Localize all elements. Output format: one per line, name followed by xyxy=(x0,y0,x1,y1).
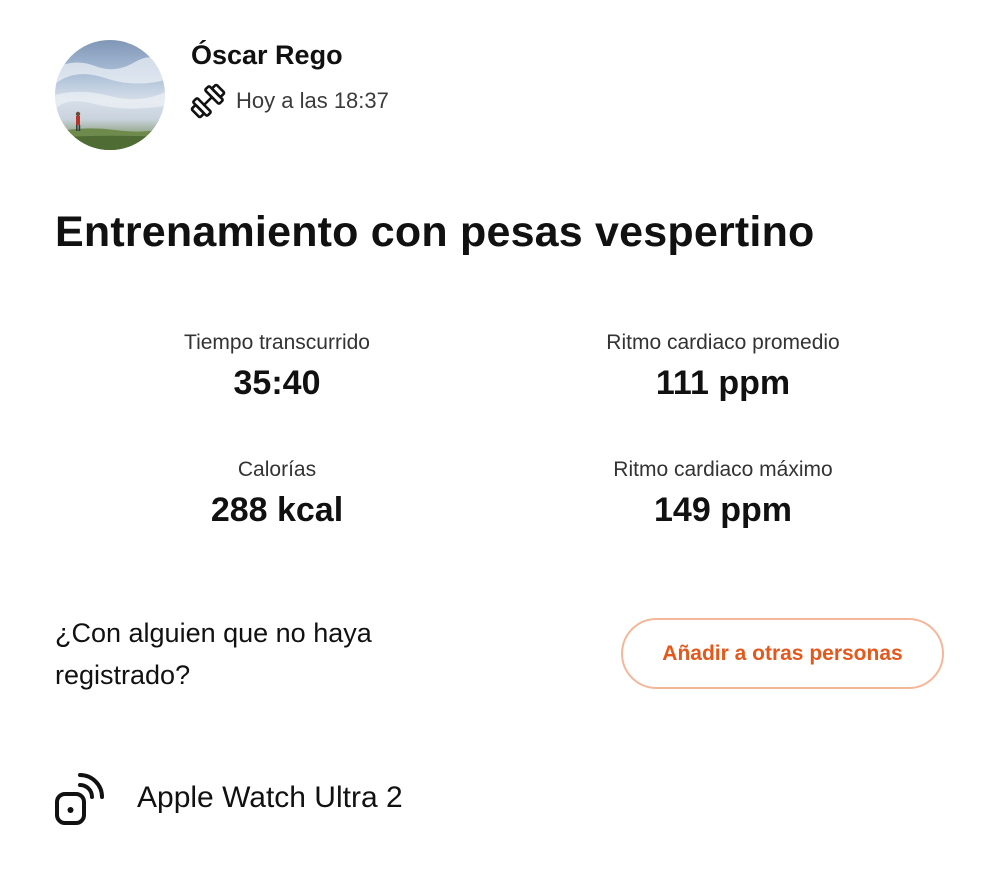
activity-timestamp: Hoy a las 18:37 xyxy=(236,88,389,113)
stat-label: Ritmo cardiaco máximo xyxy=(613,458,833,481)
stat-value: 111 ppm xyxy=(655,364,791,402)
add-others-button[interactable]: Añadir a otras personas xyxy=(621,618,944,689)
activity-detail: Óscar Rego Hoy a las 18:37 Entrenamiento… xyxy=(0,0,1000,877)
activity-title: Entrenamiento con pesas vespertino xyxy=(55,208,815,256)
stat-label: Calorías xyxy=(237,458,317,481)
device-row: Apple Watch Ultra 2 xyxy=(53,768,403,828)
watch-signal-icon xyxy=(55,773,104,825)
group-prompt: ¿Con alguien que no haya registrado? xyxy=(55,618,372,690)
stat-value: 35:40 xyxy=(233,364,321,402)
stat-value: 149 ppm xyxy=(654,491,792,529)
avatar[interactable] xyxy=(55,40,165,150)
stat-label: Tiempo transcurrido xyxy=(184,331,370,354)
stat-value: 288 kcal xyxy=(210,491,344,529)
stat-max-heart-rate: Ritmo cardiaco máximo 149 ppm xyxy=(513,456,933,530)
athlete-name[interactable]: Óscar Rego xyxy=(191,40,343,71)
device-name: Apple Watch Ultra 2 xyxy=(137,781,403,814)
stat-avg-heart-rate: Ritmo cardiaco promedio 111 ppm xyxy=(513,329,933,403)
avatar-photo xyxy=(55,57,165,150)
stat-calories: Calorías 288 kcal xyxy=(67,456,487,530)
stat-elapsed-time: Tiempo transcurrido 35:40 xyxy=(67,329,487,403)
dumbbell-icon xyxy=(190,83,226,119)
activity-meta: Hoy a las 18:37 xyxy=(189,82,389,120)
stat-label: Ritmo cardiaco promedio xyxy=(606,331,840,354)
